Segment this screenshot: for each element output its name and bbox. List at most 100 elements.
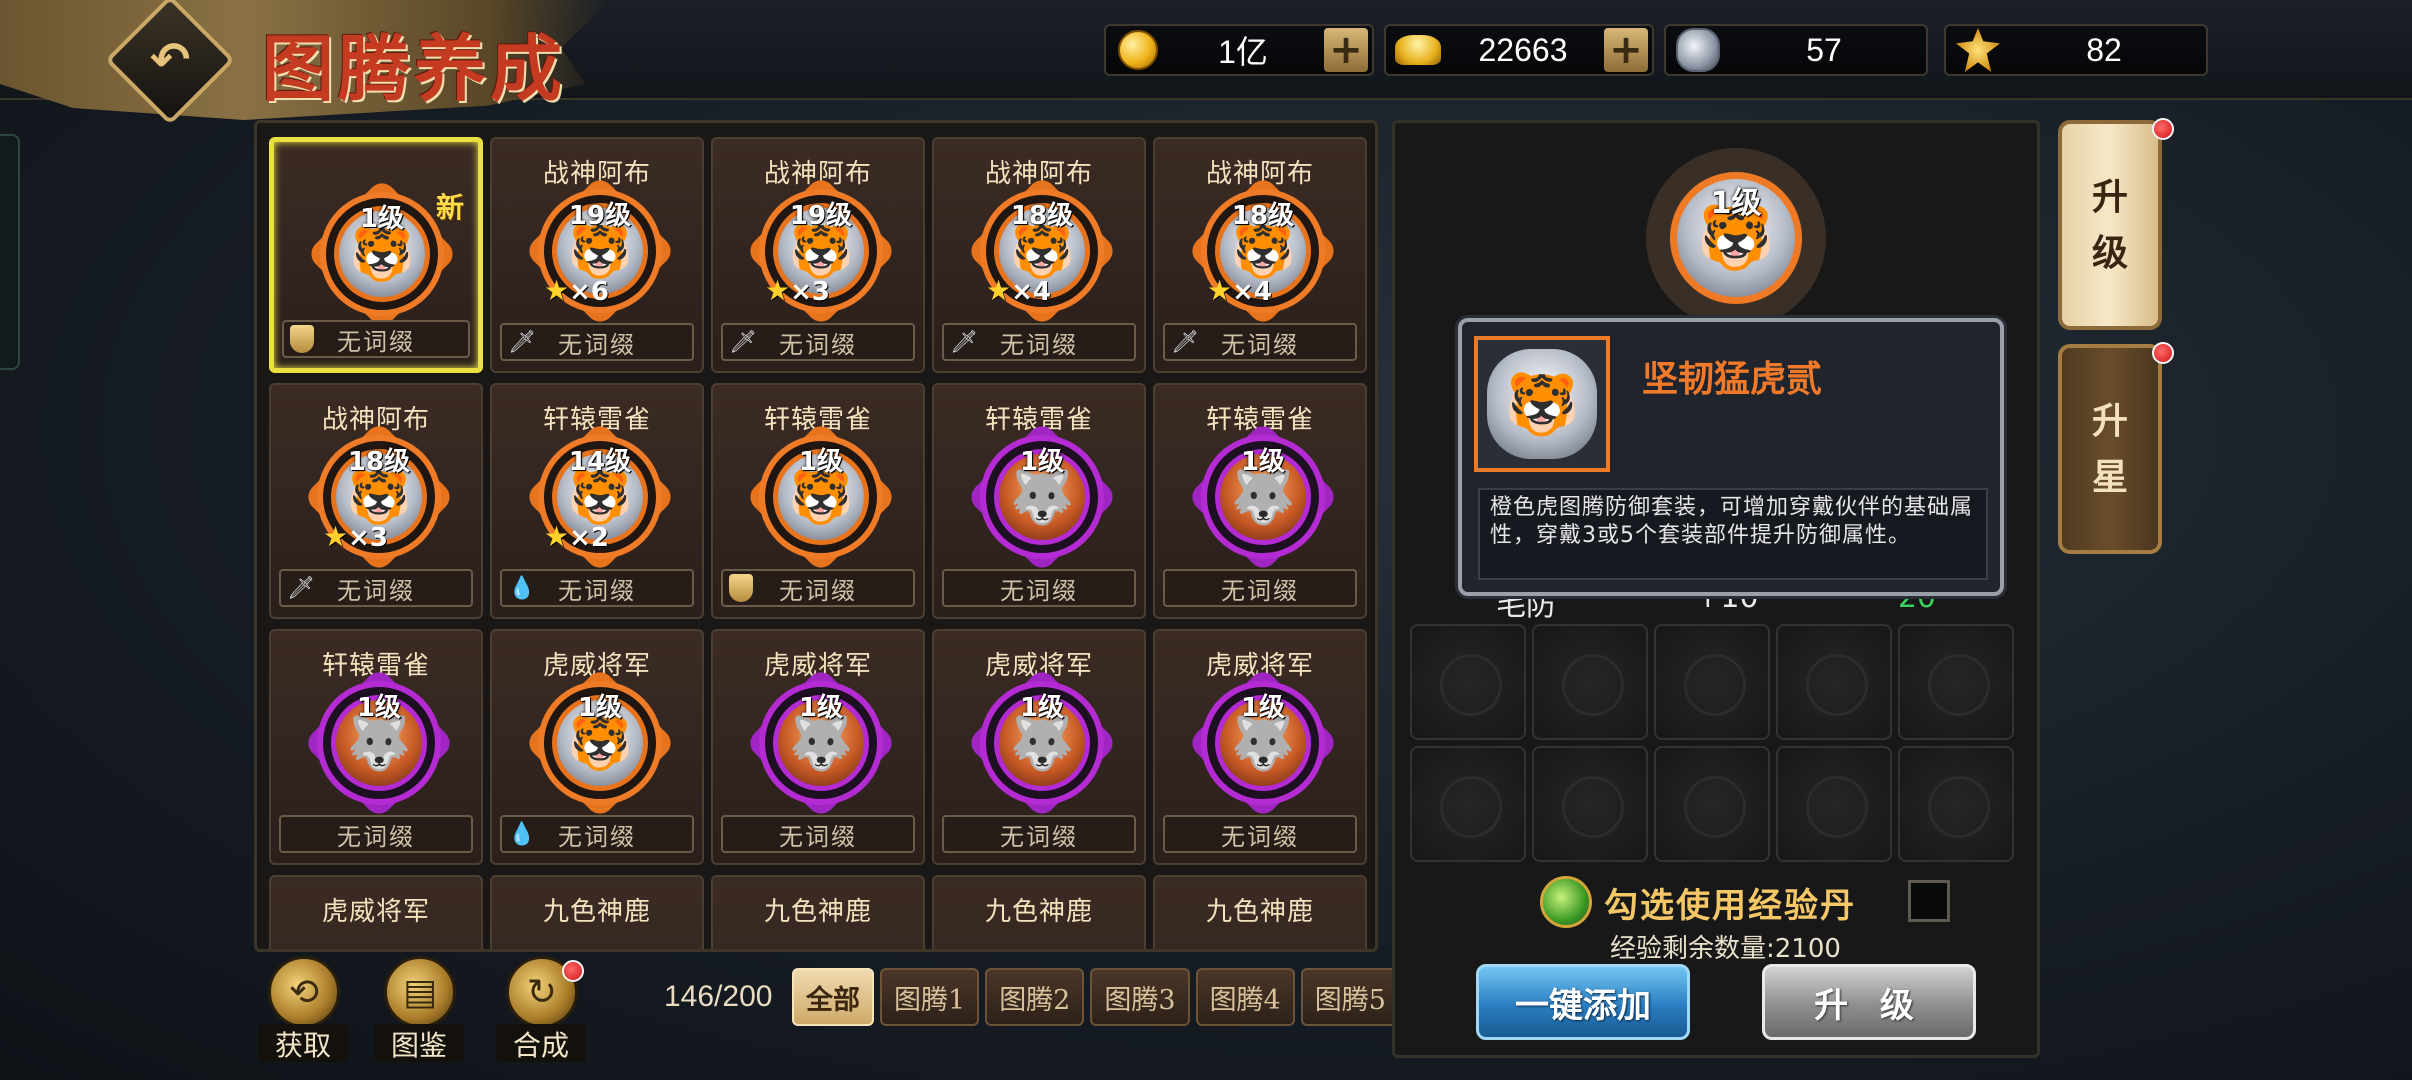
affix-bar: 无词缀 (1163, 569, 1357, 607)
totem-card[interactable]: 战神阿布 🐯 18级 ★×3 🗡 无词缀 (269, 383, 483, 619)
affix-text: 无词缀 (779, 330, 857, 359)
star-count: ★×6 (544, 274, 609, 307)
codex-icon: ▤ (384, 956, 456, 1028)
totem-card[interactable]: 战神阿布 🐯 18级 ★×4 🗡 无词缀 (932, 137, 1146, 373)
shield-slot-icon (729, 574, 753, 602)
totem-level: 19级 (568, 201, 632, 231)
affix-text: 无词缀 (1221, 822, 1299, 851)
add-all-button[interactable]: 一键添加 (1476, 964, 1690, 1040)
tab-totem-3[interactable]: 图腾3 (1090, 968, 1190, 1026)
side-tab-star-top: 升 (2091, 400, 2128, 442)
totem-card[interactable]: 🐯 1级新无词缀 (269, 137, 483, 373)
back-arrow-icon: ↶ (149, 32, 191, 88)
totem-card[interactable]: 轩辕雷雀 🐺 1级 无词缀 (932, 383, 1146, 619)
tab-all[interactable]: 全部 (792, 968, 874, 1026)
totem-card[interactable]: 战神阿布 🐯 19级 ★×6 🗡 无词缀 (490, 137, 704, 373)
totem-card[interactable]: 虎威将军 (269, 875, 483, 949)
add-ingot-button[interactable]: + (1604, 28, 1648, 72)
totem-card[interactable]: 九色神鹿 (490, 875, 704, 949)
gold-ingot-icon (1394, 26, 1442, 74)
star-multiplier: ×6 (569, 277, 609, 307)
sword-slot-icon: 🗡 (1171, 329, 1199, 355)
gold-star-currency: 82 (1944, 24, 2208, 76)
sword-slot-icon: 🗡 (508, 329, 536, 355)
affix-text: 无词缀 (1000, 576, 1078, 605)
material-slot[interactable] (1532, 746, 1648, 862)
totem-card[interactable]: 虎威将军 🐺 1级 无词缀 (932, 629, 1146, 865)
star-multiplier: ×4 (1232, 277, 1272, 307)
totem-level: 19级 (789, 201, 853, 231)
tiger-token-icon (1674, 26, 1722, 74)
totem-medal: 🐺 1级 (1186, 420, 1340, 574)
codex-label: 图鉴 (374, 1024, 464, 1062)
star-multiplier: ×3 (790, 277, 830, 307)
affix-text: 无词缀 (1000, 822, 1078, 851)
selected-totem-level: 1级 (1710, 186, 1762, 221)
affix-text: 无词缀 (558, 576, 636, 605)
add-gold-button[interactable]: + (1324, 28, 1368, 72)
totem-card[interactable]: 虎威将军 🐯 1级 💧 无词缀 (490, 629, 704, 865)
totem-card[interactable]: 九色神鹿 (711, 875, 925, 949)
tab-totem-4[interactable]: 图腾4 (1195, 968, 1295, 1026)
left-edge-tab[interactable] (0, 134, 20, 370)
affix-bar: 🗡 无词缀 (942, 323, 1136, 361)
upgrade-button[interactable]: 升 级 (1762, 964, 1976, 1040)
affix-text: 无词缀 (779, 576, 857, 605)
totem-card[interactable]: 虎威将军 🐺 1级 无词缀 (1153, 629, 1367, 865)
totem-card[interactable]: 轩辕雷雀 🐯 14级 ★×2 💧 无词缀 (490, 383, 704, 619)
synthesize-label: 合成 (496, 1024, 586, 1062)
totem-level: 1级 (577, 693, 623, 723)
material-slot[interactable] (1654, 746, 1770, 862)
gold-star-token-icon (1954, 26, 2002, 74)
material-slot[interactable] (1898, 746, 2014, 862)
material-slot[interactable] (1776, 624, 1892, 740)
acquire-button[interactable]: ⟲ 获取 (258, 956, 348, 1066)
totem-card[interactable]: 战神阿布 🐯 18级 ★×4 🗡 无词缀 (1153, 137, 1367, 373)
side-tab-upgrade[interactable]: 升 级 (2058, 118, 2174, 330)
totem-level: 1级 (1240, 447, 1286, 477)
totem-medal: 🐯 18级 ★×3 (302, 420, 456, 574)
side-tab-star-up[interactable]: 升 星 (2058, 342, 2174, 554)
tab-totem-1[interactable]: 图腾1 (880, 968, 980, 1026)
exp-pill-checkbox[interactable] (1908, 880, 1950, 922)
material-slot[interactable] (1410, 746, 1526, 862)
material-slot[interactable] (1776, 746, 1892, 862)
tab-totem-5[interactable]: 图腾5 (1300, 968, 1400, 1026)
totem-medal: 🐺 1级 (965, 420, 1119, 574)
totem-card[interactable]: 轩辕雷雀 🐺 1级 无词缀 (269, 629, 483, 865)
sword-slot-icon: 🗡 (287, 575, 315, 601)
totem-card[interactable]: 九色神鹿 (932, 875, 1146, 949)
selected-totem-medal[interactable]: 🐯 1级 (1646, 148, 1826, 328)
sword-slot-icon: 🗡 (729, 329, 757, 355)
tab-totem-2[interactable]: 图腾2 (985, 968, 1085, 1026)
totem-medal: 🐺 1级 (965, 666, 1119, 820)
totem-name: 九色神鹿 (984, 897, 1093, 927)
totem-card[interactable]: 九色神鹿 (1153, 875, 1367, 949)
totem-card[interactable]: 虎威将军 🐺 1级 无词缀 (711, 629, 925, 865)
gold-ingot-currency: 22663 + (1384, 24, 1654, 76)
affix-bar: 无词缀 (279, 815, 473, 853)
affix-text: 无词缀 (558, 822, 636, 851)
tiger-token-currency: 57 (1664, 24, 1928, 76)
totem-medal: 🐯 1级 (305, 177, 459, 331)
material-slot[interactable] (1654, 624, 1770, 740)
star-multiplier: ×3 (348, 523, 388, 553)
material-slot[interactable] (1898, 624, 2014, 740)
totem-card[interactable]: 轩辕雷雀 🐯 1级 无词缀 (711, 383, 925, 619)
synthesize-badge (562, 960, 584, 982)
codex-button[interactable]: ▤ 图鉴 (374, 956, 464, 1066)
filter-tabs: 全部 图腾1 图腾2 图腾3 图腾4 图腾5 (792, 968, 1400, 1026)
affix-text: 无词缀 (558, 330, 636, 359)
star-up-badge (2152, 342, 2174, 364)
affix-bar: 无词缀 (721, 569, 915, 607)
material-slot[interactable] (1410, 624, 1526, 740)
material-slot[interactable] (1532, 624, 1648, 740)
gold-coin-value: 1亿 (1218, 34, 1268, 70)
totem-card[interactable]: 战神阿布 🐯 19级 ★×3 🗡 无词缀 (711, 137, 925, 373)
totem-card[interactable]: 轩辕雷雀 🐺 1级 无词缀 (1153, 383, 1367, 619)
affix-text: 无词缀 (337, 327, 415, 356)
side-tab-star-bottom: 星 (2091, 456, 2128, 498)
synthesize-button[interactable]: ↻ 合成 (496, 956, 586, 1066)
gold-star-value: 82 (2086, 31, 2122, 68)
star-icon: ★ (544, 520, 570, 553)
